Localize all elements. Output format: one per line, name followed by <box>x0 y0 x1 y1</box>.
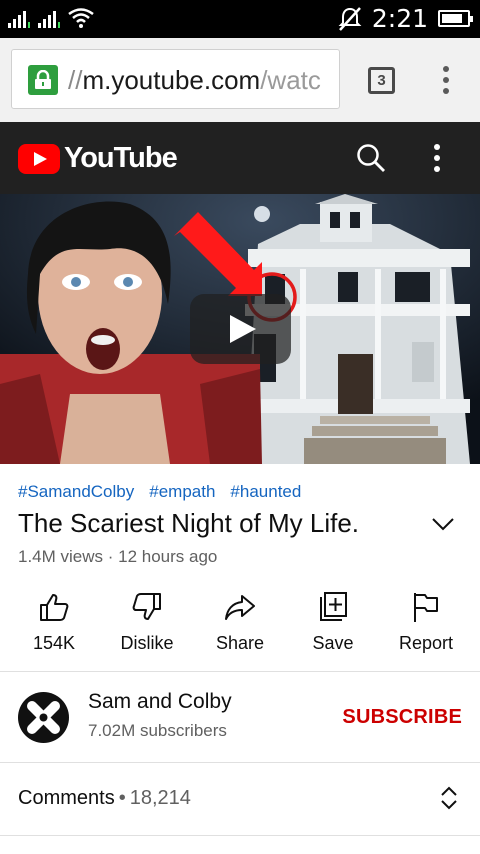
meta-separator: · <box>103 547 119 566</box>
youtube-play-logo-icon <box>18 143 60 174</box>
status-bar: 2:21 <box>0 0 480 38</box>
more-options-icon[interactable] <box>434 144 440 172</box>
hashtag-list: #SamandColby #empath #haunted <box>18 482 301 502</box>
thumbs-down-icon <box>132 593 161 620</box>
url-scheme: // <box>68 65 83 95</box>
share-button[interactable]: Share <box>204 590 276 654</box>
action-bar: 154K Dislike Share Save Report <box>18 590 462 654</box>
video-player[interactable] <box>0 194 480 464</box>
add-to-playlist-icon <box>320 592 347 621</box>
play-button-icon[interactable] <box>190 294 291 364</box>
youtube-header: YouTube <box>0 122 480 194</box>
tab-switcher-button[interactable]: 3 <box>368 67 395 94</box>
channel-avatar[interactable] <box>18 692 69 743</box>
expand-collapse-icon[interactable] <box>440 786 458 810</box>
battery-level <box>442 14 463 23</box>
save-button[interactable]: Save <box>297 590 369 654</box>
comments-label: Comments <box>18 787 115 809</box>
share-label: Share <box>215 633 265 653</box>
like-count: 154K <box>32 633 76 653</box>
comments-count: 18,214 <box>129 787 191 809</box>
report-label: Report <box>398 633 454 653</box>
subscriber-count: 7.02M subscribers <box>88 721 227 740</box>
cellular-signal-icon <box>8 8 30 28</box>
hashtag-link[interactable]: #empath <box>149 482 215 502</box>
thumbs-up-icon <box>40 594 69 621</box>
divider <box>0 762 480 763</box>
hashtag-link[interactable]: #haunted <box>230 482 301 502</box>
share-icon <box>225 595 255 620</box>
comments-separator: • <box>118 787 126 809</box>
upload-age: 12 hours ago <box>118 547 218 566</box>
youtube-wordmark: YouTube <box>64 142 178 174</box>
divider <box>0 671 480 672</box>
hashtag-link[interactable]: #SamandColby <box>18 482 134 502</box>
view-count: 1.4M views <box>18 547 104 566</box>
mute-icon <box>338 6 362 31</box>
youtube-logo[interactable]: YouTube <box>18 142 178 175</box>
report-button[interactable]: Report <box>390 590 462 654</box>
browser-toolbar: //m.youtube.com/watc 3 <box>0 38 480 122</box>
search-icon[interactable] <box>356 143 386 173</box>
dislike-label: Dislike <box>120 633 174 653</box>
address-bar[interactable]: //m.youtube.com/watc <box>11 49 340 109</box>
url-text[interactable]: //m.youtube.com/watc <box>68 65 321 96</box>
comments-header[interactable]: Comments • 18,214 <box>18 787 191 810</box>
url-path: /watc <box>260 65 321 95</box>
cellular-signal-2-icon <box>38 8 60 28</box>
divider <box>0 835 480 836</box>
channel-logo-icon <box>18 692 69 743</box>
chevron-down-icon[interactable] <box>432 517 454 531</box>
subscribe-button[interactable]: SUBSCRIBE <box>342 706 462 729</box>
wifi-icon <box>68 8 94 28</box>
channel-name[interactable]: Sam and Colby <box>88 690 232 714</box>
status-clock: 2:21 <box>371 4 428 33</box>
lock-icon[interactable] <box>28 65 58 95</box>
url-host: m.youtube.com <box>82 65 261 95</box>
video-title[interactable]: The Scariest Night of My Life. <box>18 508 359 539</box>
browser-menu-icon[interactable] <box>436 66 456 96</box>
like-button[interactable]: 154K <box>18 590 90 654</box>
dislike-button[interactable]: Dislike <box>111 590 183 654</box>
flag-icon <box>414 593 438 622</box>
video-meta: 1.4M views · 12 hours ago <box>18 547 217 567</box>
save-label: Save <box>312 633 354 653</box>
battery-icon <box>438 10 473 27</box>
